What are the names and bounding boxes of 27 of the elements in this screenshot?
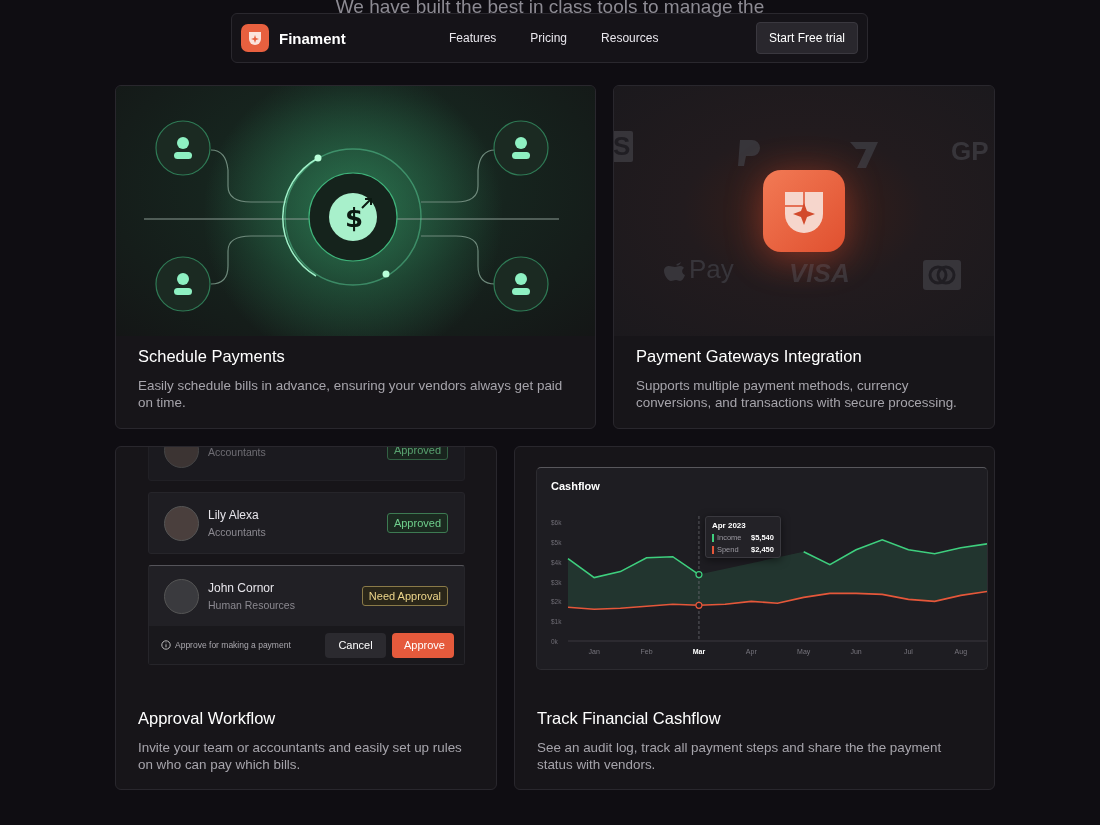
card-title: Approval Workflow	[138, 708, 277, 729]
card-description: Invite your team or accountants and easily set up rules on who can pay which bills.	[138, 739, 463, 773]
nav-link[interactable]: Pricing	[530, 31, 568, 45]
card-description: Supports multiple payment methods, currency conversions, and transactions with secure processing.	[636, 377, 958, 411]
tooltip-title: Apr 2023	[711, 521, 747, 530]
person-name: Lily Alexa	[208, 508, 260, 522]
status-badge: Approved	[386, 513, 448, 533]
dollar-coin-icon: $	[329, 193, 377, 241]
hint-text: Approve for making a payment	[175, 640, 291, 650]
nav-link[interactable]: Features	[449, 31, 497, 45]
person-role: Accountants	[208, 526, 267, 538]
status-badge: Approved	[386, 447, 448, 460]
card-title: Payment Gateways Integration	[636, 346, 863, 367]
cancel-button[interactable]: Cancel	[325, 632, 386, 658]
brand-name[interactable]: Finament	[279, 29, 346, 47]
start-trial-button[interactable]: Start Free trial	[755, 22, 858, 54]
card-title: Schedule Payments	[138, 346, 286, 367]
card-description: See an audit log, track all payment steps and share the the payment status with vendors.	[537, 739, 943, 773]
person-role: Human Resources	[208, 599, 296, 611]
card-title: Track Financial Cashflow	[537, 708, 722, 729]
person-role: Accountants	[208, 447, 267, 458]
nav-link[interactable]: Resources	[601, 31, 659, 45]
person-name: John Cornor	[208, 581, 276, 595]
card-description: Easily schedule bills in advance, ensuring your vendors always get paid on time.	[138, 377, 564, 411]
approve-button[interactable]: Approve	[392, 632, 454, 658]
status-badge: Need Approval	[361, 586, 448, 606]
chart-title: Cashflow	[550, 479, 601, 494]
